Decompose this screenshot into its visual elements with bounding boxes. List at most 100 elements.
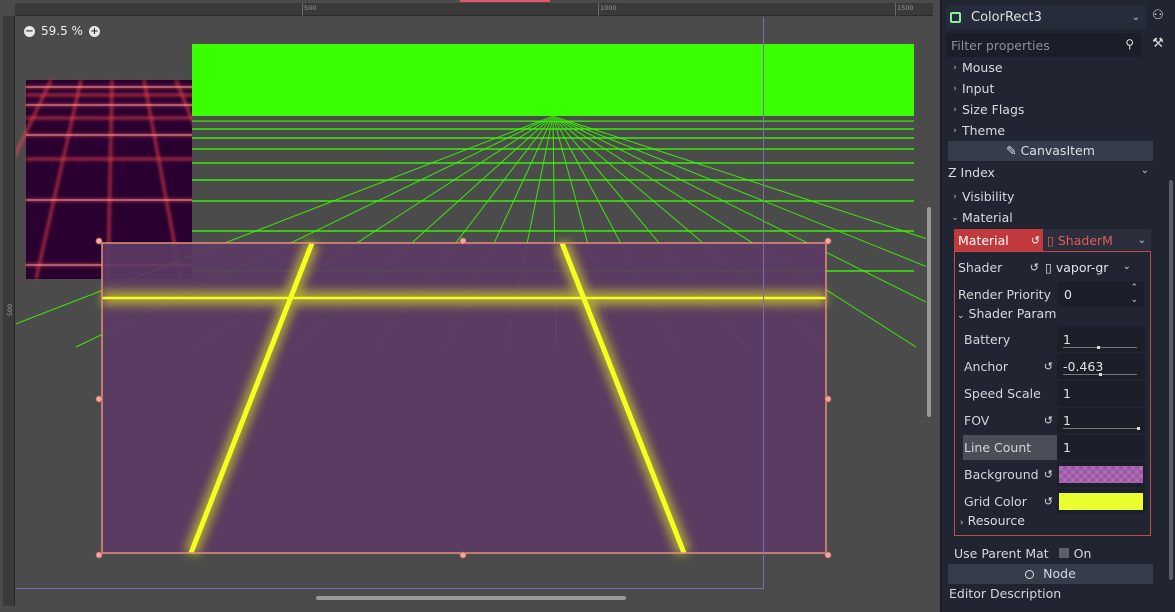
resource-group[interactable]: › Resource	[960, 513, 1025, 528]
param-value[interactable]: 1	[1057, 327, 1145, 352]
chevron-right-icon: ›	[953, 83, 957, 94]
param-value-text: -0.463	[1063, 359, 1104, 374]
horizontal-scrollbar[interactable]	[16, 595, 926, 601]
zoom-in-button[interactable]: +	[88, 25, 100, 37]
vertical-scrollbar[interactable]	[926, 17, 932, 592]
param-background[interactable]: Background ↺	[963, 462, 1156, 487]
background-color-swatch[interactable]	[1059, 466, 1143, 483]
reset-icon[interactable]: ↺	[1030, 255, 1039, 280]
selected-color-rect	[95, 237, 832, 559]
group-size-flags[interactable]: › Size Flags	[948, 99, 1153, 120]
tools-icon[interactable]: ⚒	[1149, 35, 1167, 53]
node-name: ColorRect3	[971, 9, 1042, 25]
group-label: Theme	[962, 123, 1006, 138]
group-mouse[interactable]: › Mouse	[948, 57, 1153, 78]
param-value[interactable]: 1	[1057, 435, 1145, 460]
z-index-group[interactable]: Z Index ⌄	[948, 165, 1153, 185]
param-slider[interactable]	[1063, 428, 1137, 429]
material-property[interactable]: Material ↺ ▯ ShaderM ⌄	[954, 229, 1151, 252]
group-material[interactable]: ⌄ Material	[948, 207, 1153, 228]
ruler-label-1000: 1000	[600, 4, 617, 12]
param-value[interactable]: 1	[1057, 381, 1145, 406]
pencil-icon: ✎	[1006, 143, 1017, 158]
node-icon	[1025, 570, 1035, 579]
canvas-viewport[interactable]: 500 1000 1500 500 − 59.5 % +	[0, 0, 940, 612]
scene-canvas[interactable]	[16, 17, 926, 592]
shader-property[interactable]: Shader ↺ ▯ vapor-gr ⌄	[957, 255, 1150, 280]
filter-properties-input[interactable]: Filter properties ⚲	[946, 33, 1141, 57]
slider-knob[interactable]	[1099, 373, 1102, 376]
shader-param-group[interactable]: ⌄ Shader Param	[957, 306, 1056, 321]
chevron-right-icon: ›	[953, 62, 957, 73]
material-label-text: Material	[958, 233, 1009, 248]
param-line-count[interactable]: Line Count 1	[963, 435, 1156, 460]
file-icon: ▯	[1045, 260, 1052, 275]
param-label: Line Count	[964, 440, 1032, 455]
use-parent-checkbox[interactable]	[1058, 548, 1069, 558]
param-value[interactable]: -0.463	[1057, 354, 1145, 379]
horizontal-ruler: 500 1000 1500	[15, 3, 933, 16]
ruler-label-1500: 1500	[897, 4, 914, 12]
shader-value[interactable]: ▯ vapor-gr ⌄	[1043, 255, 1137, 280]
render-priority-property[interactable]: Render Priority 0 ⌃ ⌄	[957, 282, 1150, 307]
param-label: Anchor	[964, 359, 1009, 374]
inspector-scroll-thumb[interactable]	[1169, 180, 1173, 580]
reset-icon[interactable]: ↺	[1044, 354, 1053, 379]
search-icon: ⚲	[1125, 37, 1134, 51]
param-grid-color[interactable]: Grid Color ↺	[963, 489, 1156, 514]
material-value-text: ShaderM	[1057, 233, 1113, 248]
group-theme[interactable]: › Theme	[948, 120, 1153, 141]
shader-label: Shader	[958, 260, 1003, 275]
inspector-scrollbar[interactable]	[1168, 60, 1174, 612]
spinner-icon[interactable]: ⌃ ⌄	[1130, 282, 1138, 306]
param-value[interactable]	[1057, 462, 1145, 487]
canvasitem-section[interactable]: ✎ CanvasItem	[948, 141, 1153, 161]
param-value[interactable]	[1057, 489, 1145, 514]
param-value-text: 1	[1063, 386, 1071, 401]
param-slider[interactable]	[1063, 347, 1137, 348]
param-fov[interactable]: FOV ↺ 1	[963, 408, 1156, 433]
param-value-text: 1	[1063, 440, 1071, 455]
material-value[interactable]: ▯ ShaderM ⌄	[1043, 229, 1151, 252]
group-label: Size Flags	[962, 102, 1025, 117]
group-visibility[interactable]: › Visibility	[948, 186, 1153, 207]
color-rect-icon	[950, 11, 961, 23]
zoom-out-button[interactable]: −	[24, 25, 35, 37]
chevron-right-icon: ›	[960, 518, 964, 528]
param-anchor[interactable]: Anchor ↺ -0.463	[963, 354, 1156, 379]
use-parent-label: Use Parent Mat	[954, 545, 1049, 561]
chevron-right-icon: ›	[953, 104, 957, 115]
param-speed-scale[interactable]: Speed Scale 1	[963, 381, 1156, 406]
chevron-down-icon: ⌄	[1137, 235, 1146, 246]
use-parent-material-property[interactable]: Use Parent Mat On	[954, 543, 1154, 563]
inspector-panel: ColorRect3 ⌄ ⚇ ⚒ Filter properties ⚲ › M…	[940, 0, 1175, 612]
vscroll-thumb[interactable]	[927, 207, 931, 417]
material-label: Material ↺	[954, 229, 1043, 252]
slider-knob[interactable]	[1097, 346, 1100, 349]
slider-knob[interactable]	[1137, 427, 1140, 430]
render-priority-value[interactable]: 0 ⌃ ⌄	[1058, 282, 1144, 307]
object-properties-icon[interactable]: ⚇	[1149, 7, 1167, 25]
reset-icon[interactable]: ↺	[1044, 462, 1053, 487]
param-value-text: 1	[1063, 413, 1071, 428]
reset-icon[interactable]: ↺	[1044, 489, 1053, 514]
resource-label: Resource	[967, 513, 1025, 528]
param-battery[interactable]: Battery 1	[963, 327, 1156, 352]
file-icon: ▯	[1047, 233, 1054, 248]
group-label: Visibility	[962, 189, 1015, 204]
reset-icon[interactable]: ↺	[1031, 229, 1040, 252]
vertical-ruler: 500	[3, 16, 15, 606]
param-value[interactable]: 1	[1057, 408, 1145, 433]
group-input[interactable]: › Input	[948, 78, 1153, 99]
chevron-down-icon: ⌄	[957, 311, 965, 321]
node-section[interactable]: Node	[948, 564, 1153, 584]
reset-icon[interactable]: ↺	[1044, 408, 1053, 433]
hscroll-thumb[interactable]	[316, 596, 626, 600]
chevron-down-icon: ⌄	[1122, 261, 1131, 272]
zoom-controls: − 59.5 % +	[24, 24, 100, 38]
ruler-label-500: 500	[304, 4, 317, 12]
grid-color-swatch[interactable]	[1059, 493, 1143, 510]
zoom-level[interactable]: 59.5 %	[41, 24, 83, 38]
filter-placeholder: Filter properties	[951, 38, 1050, 53]
node-selector[interactable]: ColorRect3 ⌄	[946, 5, 1146, 29]
